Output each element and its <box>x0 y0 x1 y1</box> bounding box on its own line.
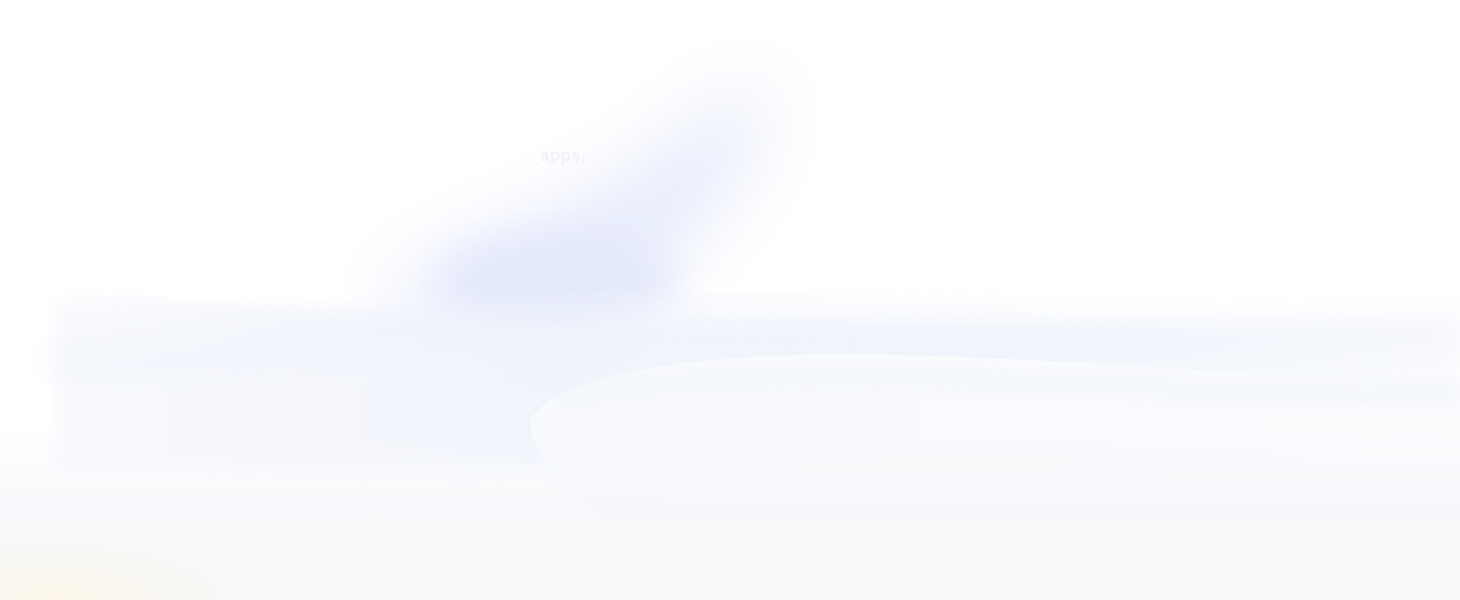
hero-headline-fragment: apps, <box>540 146 586 165</box>
hero-background: apps, <box>0 0 1460 600</box>
warm-corner-glow <box>0 530 260 600</box>
hero-subtext <box>150 254 260 270</box>
